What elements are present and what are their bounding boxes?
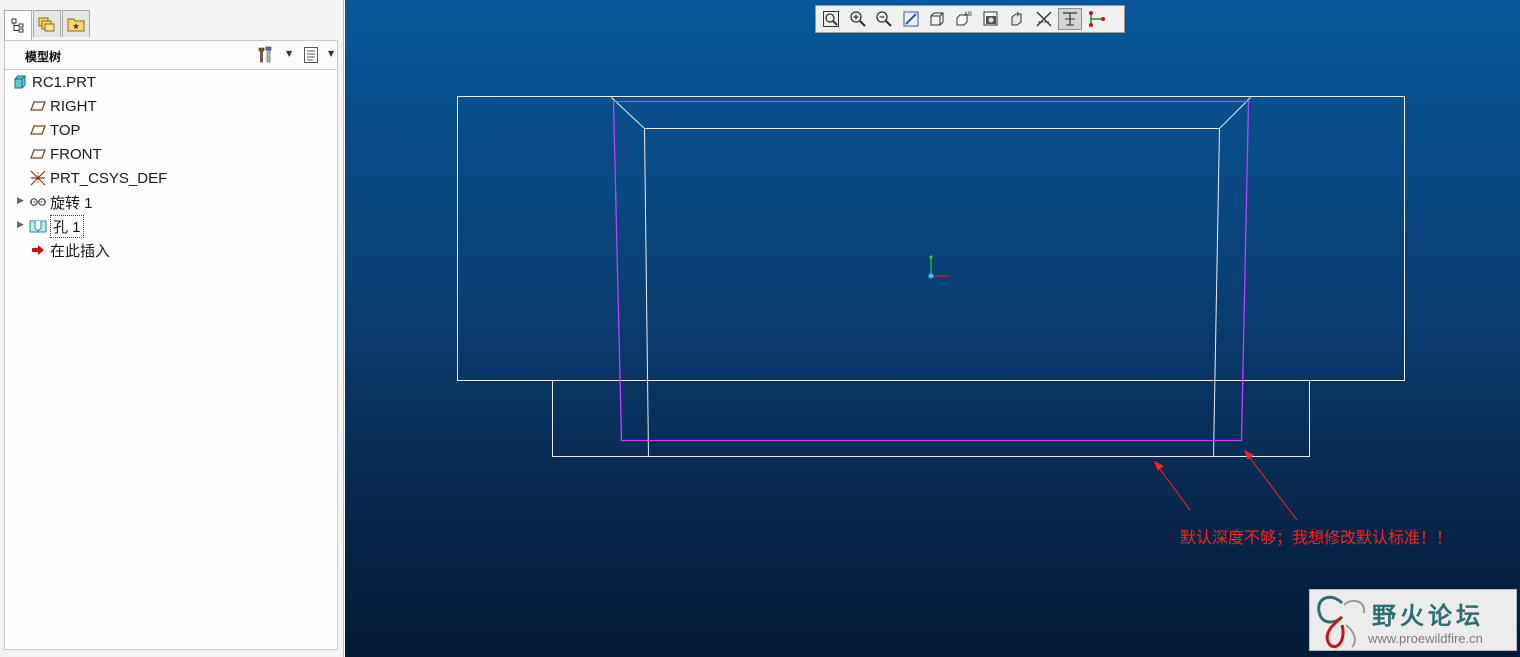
annotation-arrow-left <box>1156 464 1191 511</box>
expand-arrow[interactable]: ▶ <box>17 196 24 206</box>
settings-dropdown-arrow[interactable]: ▼ <box>286 49 292 58</box>
tree-item-hole[interactable]: 孔 1 <box>29 214 84 238</box>
tree-item-label: PRT_CSYS_DEF <box>50 169 168 187</box>
revolve-lower-profile <box>552 380 1310 457</box>
tools-icon <box>258 46 272 63</box>
hole-inner-edges <box>644 128 1220 457</box>
tree-item-label: 旋转 1 <box>50 194 93 212</box>
csys-icon <box>29 169 47 187</box>
butterfly-logo-icon <box>1317 595 1366 648</box>
folder-browser-icon <box>38 17 55 32</box>
tree-item-label: 在此插入 <box>50 242 111 260</box>
annotation-arrow-left-head <box>1154 460 1164 471</box>
expand-arrow[interactable]: ▶ <box>17 220 24 230</box>
model-graphics <box>457 96 1405 521</box>
tree-item-label: TOP <box>50 121 81 139</box>
graphics-viewport[interactable]: AB 默认深度不够；我想修改默认标准！！ 野火论坛 www.proewildfi… <box>345 0 1520 657</box>
tree-item-label: RC1.PRT <box>32 73 96 91</box>
watermark-title: 野火论坛 <box>1372 602 1484 630</box>
tree-item-label: 孔 1 <box>50 214 84 238</box>
tree-item-csys[interactable]: PRT_CSYS_DEF <box>29 167 167 189</box>
datum-plane-icon <box>29 145 47 163</box>
annotation-arrow-right-head <box>1244 449 1254 460</box>
model-tree-panel: 模型树 ▼ ▼ RC1.PRT RIGHT TOP FRONT PRT_CSYS… <box>0 0 344 657</box>
show-button[interactable] <box>300 45 322 65</box>
coordinate-triad <box>928 255 949 279</box>
revolve-icon <box>29 193 47 211</box>
part-icon <box>11 73 29 91</box>
tab-model-tree[interactable] <box>4 10 32 40</box>
tree-item-insert-here[interactable]: 在此插入 <box>29 239 110 261</box>
tab-folder-browser[interactable] <box>33 10 61 37</box>
forum-watermark: 野火论坛 www.proewildfire.cn <box>1309 589 1517 651</box>
navigator-tabs <box>4 10 91 40</box>
show-dropdown-arrow[interactable]: ▼ <box>328 49 334 58</box>
datum-plane-icon <box>29 97 47 115</box>
revolve-outer-profile <box>457 96 1405 381</box>
tree-item-label: FRONT <box>50 145 102 163</box>
model-tree-icon <box>11 18 24 32</box>
tree-item-top[interactable]: TOP <box>29 119 81 141</box>
insert-arrow-icon <box>29 241 47 259</box>
annotation-arrow-right <box>1246 453 1298 521</box>
columns-icon <box>304 47 318 63</box>
tab-favorites[interactable] <box>62 10 90 37</box>
model-tree-title: 模型树 <box>25 50 62 64</box>
tree-item-label: RIGHT <box>50 97 97 115</box>
model-tree-header: 模型树 ▼ ▼ <box>4 40 338 70</box>
hole-icon <box>29 217 47 235</box>
watermark-url: www.proewildfire.cn <box>1368 631 1483 646</box>
settings-button[interactable] <box>255 45 277 65</box>
favorites-icon <box>67 18 85 32</box>
annotation-text: 默认深度不够；我想修改默认标准！！ <box>1180 528 1453 547</box>
tree-item-part[interactable]: RC1.PRT <box>11 71 96 93</box>
tree-item-right[interactable]: RIGHT <box>29 95 97 117</box>
tree-item-revolve[interactable]: 旋转 1 <box>29 191 93 213</box>
datum-plane-icon <box>29 121 47 139</box>
model-tree: RC1.PRT RIGHT TOP FRONT PRT_CSYS_DEF ▶ 旋… <box>4 70 338 650</box>
tree-item-front[interactable]: FRONT <box>29 143 102 165</box>
